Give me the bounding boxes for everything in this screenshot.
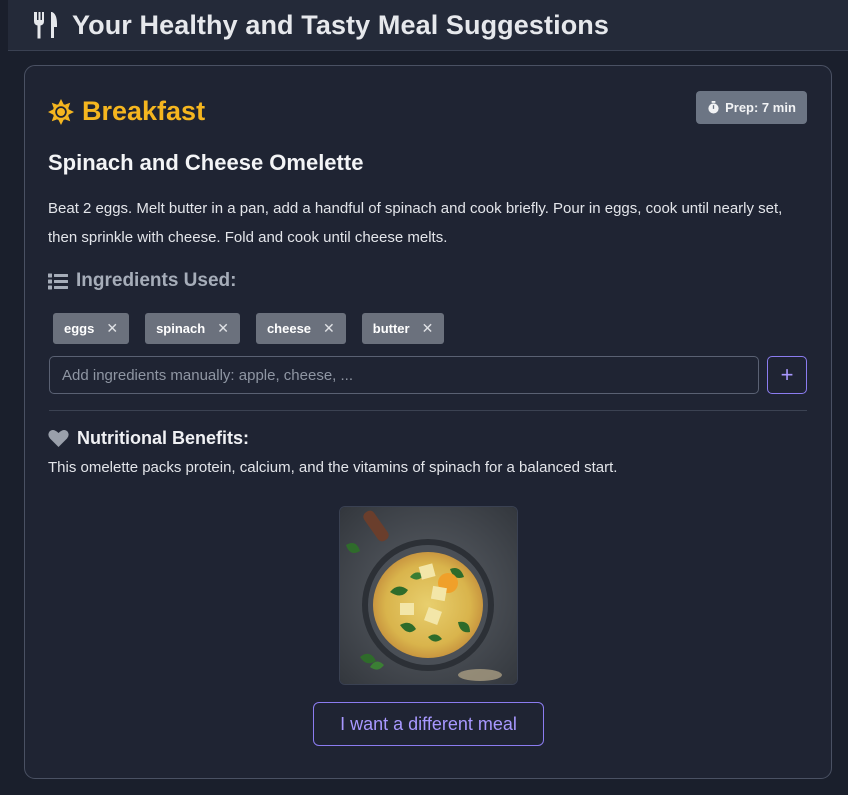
meal-name: Spinach and Cheese Omelette (48, 150, 364, 175)
ingredient-input[interactable] (49, 356, 759, 394)
list-icon (48, 273, 68, 289)
ingredient-chip: eggs ✕ (53, 313, 130, 344)
ingredient-chip: butter ✕ (361, 313, 445, 344)
ingredient-chip-label: cheese (266, 321, 312, 336)
sun-icon (48, 98, 74, 125)
prep-time-label: Prep: 7 min (725, 100, 796, 115)
ingredient-chip-label: butter (372, 321, 410, 336)
prep-time-badge: Prep: 7 min (696, 91, 807, 124)
ingredients-heading-label: Ingredients Used: (76, 270, 237, 291)
add-ingredient-button[interactable]: + (767, 356, 807, 394)
remove-icon[interactable]: ✕ (323, 320, 335, 337)
ingredients-heading: Ingredients Used: (48, 270, 236, 292)
page-title: Your Healthy and Tasty Meal Suggestions (72, 9, 610, 40)
ingredient-chip-label: eggs (64, 321, 95, 336)
nutrition-heading: Nutritional Benefits: (48, 428, 249, 449)
meal-type-label: Breakfast (82, 96, 206, 126)
remove-icon[interactable]: ✕ (106, 320, 118, 337)
remove-icon[interactable]: ✕ (217, 320, 229, 337)
different-meal-button[interactable]: I want a different meal (313, 702, 544, 746)
nutrition-heading-label: Nutritional Benefits: (77, 428, 250, 448)
meal-description: Beat 2 eggs. Melt butter in a pan, add a… (48, 200, 783, 246)
divider (49, 410, 807, 411)
meal-card: Breakfast Prep: 7 min Spinach and Cheese… (24, 65, 832, 779)
app-header: Your Healthy and Tasty Meal Suggestions (8, 0, 848, 51)
stopwatch-icon (708, 101, 719, 114)
remove-icon[interactable]: ✕ (422, 320, 434, 337)
fork-knife-icon (34, 12, 57, 39)
ingredient-chip: spinach ✕ (145, 313, 240, 344)
meal-type: Breakfast (48, 96, 205, 127)
meal-photo (339, 506, 518, 685)
ingredient-chip: cheese ✕ (255, 313, 346, 344)
ingredient-chips: eggs ✕ spinach ✕ cheese ✕ butter ✕ (53, 313, 445, 344)
nutrition-text: This omelette packs protein, calcium, an… (48, 459, 618, 476)
heart-icon (48, 430, 69, 447)
ingredient-chip-label: spinach (156, 321, 206, 336)
